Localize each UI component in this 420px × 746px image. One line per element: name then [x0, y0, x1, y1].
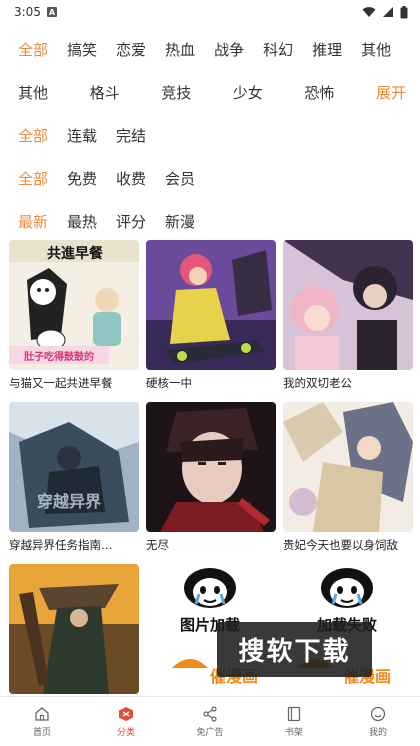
comic-cover[interactable]: 共進早餐 肚子吃得鼓鼓的: [9, 240, 139, 370]
cover-text: 共進早餐: [47, 245, 104, 262]
price-option[interactable]: 收费: [116, 168, 146, 189]
genre-option[interactable]: 恐怖: [304, 82, 334, 103]
category-icon: [119, 706, 133, 721]
comic-cover[interactable]: 穿越异界: [9, 402, 139, 532]
status-bar: 3:05 A: [0, 0, 420, 24]
status-time: 3:05: [14, 5, 41, 19]
sort-option[interactable]: 新漫: [165, 211, 195, 232]
nav-label: 我的: [368, 727, 387, 738]
genre-option[interactable]: 少女: [233, 82, 263, 103]
nav-no-ads[interactable]: 免广告: [168, 697, 252, 746]
comic-title[interactable]: 贵妃今天也要以身饲敌: [283, 537, 413, 553]
genre-option[interactable]: 科幻: [263, 39, 293, 60]
nav-label: 分类: [116, 727, 135, 738]
comic-title[interactable]: 我的双切老公: [283, 375, 413, 391]
battery-icon: [400, 5, 408, 18]
comic-card[interactable]: 无尽: [146, 402, 276, 564]
comic-card[interactable]: 贵妃今天也要以身饲敌: [283, 402, 413, 564]
genre-option[interactable]: 格斗: [90, 82, 120, 103]
comic-cover[interactable]: [146, 402, 276, 532]
genre-option[interactable]: 其他: [18, 82, 48, 103]
share-icon: [203, 705, 217, 722]
nav-bookshelf[interactable]: 书架: [252, 697, 336, 746]
nav-home[interactable]: 首页: [0, 697, 84, 746]
price-option[interactable]: 会员: [165, 168, 195, 189]
nav-label: 书架: [284, 727, 303, 738]
comic-cover[interactable]: [146, 240, 276, 370]
sort-option-newest[interactable]: 最新: [18, 211, 48, 232]
signal-icon: [383, 7, 393, 17]
genre-filter-row-2: 其他 格斗 竞技 少女 恐怖 展开: [0, 71, 420, 114]
status-option[interactable]: 完结: [116, 125, 146, 146]
bottom-nav: 首页 分类 免广告 书架 我的: [0, 696, 420, 746]
comic-title[interactable]: 无尽: [146, 537, 276, 553]
comic-card[interactable]: 硬核一中: [146, 240, 276, 402]
price-option-all[interactable]: 全部: [18, 168, 48, 189]
cover-subtext: 肚子吃得鼓鼓的: [23, 350, 94, 363]
sort-filter-row: 最新 最热 评分 新漫: [0, 200, 420, 243]
genre-option[interactable]: 战争: [214, 39, 244, 60]
comic-card[interactable]: 共進早餐 肚子吃得鼓鼓的 与猫又一起共进早餐: [9, 240, 139, 402]
download-ad-overlay[interactable]: 搜软下载: [217, 622, 372, 677]
expand-button[interactable]: 展开: [376, 82, 406, 103]
genre-option[interactable]: 竞技: [161, 82, 191, 103]
nav-category[interactable]: 分类: [84, 697, 168, 746]
price-option[interactable]: 免费: [67, 168, 97, 189]
notification-a-icon: A: [46, 7, 57, 17]
nav-profile[interactable]: 我的: [336, 697, 420, 746]
comic-title[interactable]: 与猫又一起共进早餐: [9, 375, 139, 391]
bookshelf-icon: [287, 706, 301, 721]
home-icon: [35, 706, 49, 721]
comic-card[interactable]: 我的双切老公: [283, 240, 413, 402]
genre-filter-row-1: 全部 搞笑 恋爱 热血 战争 科幻 推理 其他: [0, 28, 420, 71]
genre-option[interactable]: 热血: [165, 39, 195, 60]
cover-text: 穿越异界: [37, 492, 101, 511]
genre-option-all[interactable]: 全部: [18, 39, 48, 60]
comic-title[interactable]: 硬核一中: [146, 375, 276, 391]
sort-option[interactable]: 最热: [67, 211, 97, 232]
comic-cover[interactable]: [9, 564, 139, 694]
genre-option[interactable]: 恋爱: [116, 39, 146, 60]
status-option[interactable]: 连载: [67, 125, 97, 146]
nav-label: 首页: [32, 727, 51, 738]
comic-cover[interactable]: [283, 402, 413, 532]
genre-option[interactable]: 搞笑: [67, 39, 97, 60]
comic-title[interactable]: 穿越异界任务指南…: [9, 537, 139, 553]
profile-icon: [370, 706, 386, 721]
comic-card[interactable]: 穿越异界 穿越异界任务指南…: [9, 402, 139, 564]
status-filter-row: 全部 连载 完结: [0, 114, 420, 157]
status-option-all[interactable]: 全部: [18, 125, 48, 146]
sort-option[interactable]: 评分: [116, 211, 146, 232]
comic-cover[interactable]: [283, 240, 413, 370]
wifi-icon: [362, 7, 376, 17]
price-filter-row: 全部 免费 收费 会员: [0, 157, 420, 200]
genre-option[interactable]: 推理: [312, 39, 342, 60]
genre-option[interactable]: 其他: [361, 39, 391, 60]
nav-label: 免广告: [196, 727, 224, 738]
